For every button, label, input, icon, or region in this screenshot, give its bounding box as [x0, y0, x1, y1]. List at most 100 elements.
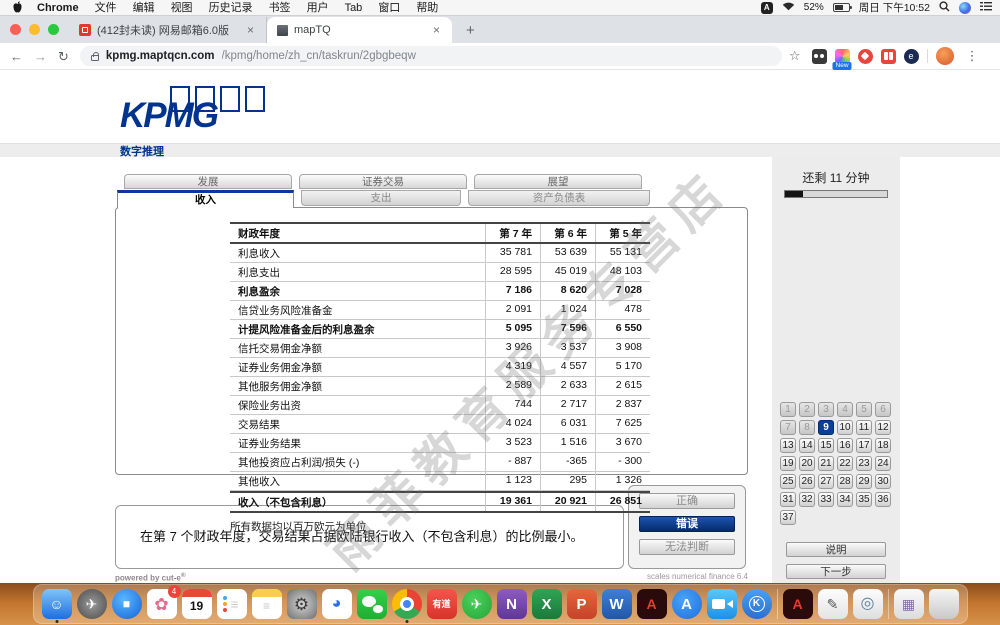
question-number[interactable]: 8 — [799, 420, 815, 435]
onenote-icon[interactable]: N — [497, 589, 527, 619]
question-number[interactable]: 3 — [818, 402, 834, 417]
question-number[interactable]: 34 — [837, 492, 853, 507]
question-number[interactable]: 21 — [818, 456, 834, 471]
next-step-button[interactable]: 下一步 — [786, 564, 886, 579]
question-number[interactable]: 15 — [818, 438, 834, 453]
powerpoint-icon[interactable]: P — [567, 589, 597, 619]
notes-icon[interactable]: ≡ — [252, 589, 282, 619]
word-icon[interactable]: W — [602, 589, 632, 619]
question-number[interactable]: 22 — [837, 456, 853, 471]
question-number[interactable]: 35 — [856, 492, 872, 507]
youdao-icon[interactable]: 有道 — [427, 589, 457, 619]
question-number[interactable]: 25 — [780, 474, 796, 489]
e-extension-icon[interactable] — [904, 49, 919, 64]
browser-tab-maptq[interactable]: mapTQ × — [267, 17, 452, 43]
forward-icon[interactable]: → — [34, 50, 47, 63]
category-tab[interactable]: 发展 — [124, 174, 292, 189]
question-number[interactable]: 37 — [780, 510, 796, 525]
menu-item[interactable]: 窗口 — [370, 2, 408, 14]
menu-item[interactable]: 书签 — [261, 2, 299, 14]
question-number[interactable]: 33 — [818, 492, 834, 507]
question-number[interactable]: 30 — [875, 474, 891, 489]
question-number[interactable]: 31 — [780, 492, 796, 507]
k-app-icon[interactable]: K — [742, 589, 772, 619]
category-tab[interactable]: 证券交易 — [299, 174, 467, 189]
https-lock-icon[interactable] — [91, 55, 99, 61]
sheet-tab[interactable]: 资产负债表 — [468, 190, 650, 206]
input-method-icon[interactable]: A — [761, 2, 773, 14]
question-number[interactable]: 24 — [875, 456, 891, 471]
sheet-tab[interactable]: 收入 — [117, 190, 294, 208]
question-number[interactable]: 6 — [875, 402, 891, 417]
question-number[interactable]: 32 — [799, 492, 815, 507]
safari-icon[interactable]: ◆ — [112, 589, 142, 619]
tab-close-icon[interactable]: × — [245, 23, 256, 37]
goggles-extension-icon[interactable] — [812, 49, 827, 64]
question-number[interactable]: 36 — [875, 492, 891, 507]
question-number[interactable]: 26 — [799, 474, 815, 489]
category-tab[interactable]: 展望 — [474, 174, 642, 189]
acrobat-icon[interactable]: A — [637, 589, 667, 619]
address-bar[interactable]: kpmg.maptqcn.com /kpmg/home/zh_cn/taskru… — [80, 46, 782, 66]
calendar-icon[interactable]: 19 — [182, 589, 212, 619]
browser-tab-mail[interactable]: (412封未读) 网易邮箱6.0版 × — [69, 17, 267, 43]
menu-item[interactable]: Chrome — [29, 2, 87, 14]
dock-separator[interactable] — [777, 589, 778, 619]
question-number[interactable]: 28 — [837, 474, 853, 489]
launchpad-icon[interactable]: ✈ — [77, 589, 107, 619]
screenshot-file-icon[interactable]: ▦ — [894, 589, 924, 619]
excel-icon[interactable]: X — [532, 589, 562, 619]
menu-item[interactable]: 用户 — [299, 2, 337, 14]
wifi-icon[interactable] — [782, 1, 795, 14]
menu-item[interactable]: Tab — [337, 2, 371, 14]
window-close-button[interactable] — [10, 24, 21, 35]
question-number[interactable]: 12 — [875, 420, 891, 435]
question-number[interactable]: 17 — [856, 438, 872, 453]
bookmark-star-icon[interactable]: ☆ — [789, 48, 801, 64]
notification-center-icon[interactable] — [980, 1, 992, 14]
reload-icon[interactable]: ↻ — [58, 50, 69, 63]
question-number[interactable]: 10 — [837, 420, 853, 435]
menu-item[interactable]: 视图 — [163, 2, 201, 14]
finder-icon[interactable]: ☺ — [42, 589, 72, 619]
red-book-extension-icon[interactable] — [881, 49, 896, 64]
adblock-extension-icon[interactable] — [858, 49, 873, 64]
sheet-tab[interactable]: 支出 — [301, 190, 461, 206]
question-number[interactable]: 1 — [780, 402, 796, 417]
menubar-clock[interactable]: 周日 下午10:52 — [859, 0, 930, 15]
question-number[interactable]: 2 — [799, 402, 815, 417]
profile-avatar[interactable] — [936, 47, 954, 65]
question-number[interactable]: 11 — [856, 420, 872, 435]
question-number[interactable]: 20 — [799, 456, 815, 471]
question-number[interactable]: 5 — [856, 402, 872, 417]
menu-item[interactable]: 编辑 — [125, 2, 163, 14]
siri-icon[interactable] — [959, 2, 971, 14]
chrome-icon[interactable] — [392, 589, 422, 619]
question-number[interactable]: 13 — [780, 438, 796, 453]
answer-button[interactable]: 正确 — [639, 493, 735, 509]
question-number[interactable]: 18 — [875, 438, 891, 453]
tab-close-icon[interactable]: × — [431, 23, 442, 37]
window-minimize-button[interactable] — [29, 24, 40, 35]
textedit-icon[interactable]: ✎ — [818, 589, 848, 619]
apple-logo-icon[interactable] — [12, 1, 23, 14]
photos-icon[interactable]: ✿4 — [147, 589, 177, 619]
question-number[interactable]: 7 — [780, 420, 796, 435]
question-number[interactable]: 14 — [799, 438, 815, 453]
spotlight-search-icon[interactable] — [939, 1, 950, 15]
reminders-icon[interactable]: ≡ — [217, 589, 247, 619]
instructions-button[interactable]: 说明 — [786, 542, 886, 557]
question-number[interactable]: 23 — [856, 456, 872, 471]
answer-button[interactable]: 无法判断 — [639, 539, 735, 555]
colorful-extension-icon[interactable]: New — [835, 49, 850, 64]
question-number[interactable]: 29 — [856, 474, 872, 489]
new-tab-button[interactable]: + — [452, 22, 489, 43]
question-number[interactable]: 19 — [780, 456, 796, 471]
system-preferences-icon[interactable]: ⚙ — [287, 589, 317, 619]
menu-item[interactable]: 历史记录 — [201, 2, 261, 14]
facetime-icon[interactable] — [707, 589, 737, 619]
wechat-icon[interactable] — [357, 589, 387, 619]
browser-menu-icon[interactable]: ⋮ — [962, 48, 983, 64]
trash-icon[interactable] — [929, 589, 959, 619]
app-store-icon[interactable]: A — [672, 589, 702, 619]
